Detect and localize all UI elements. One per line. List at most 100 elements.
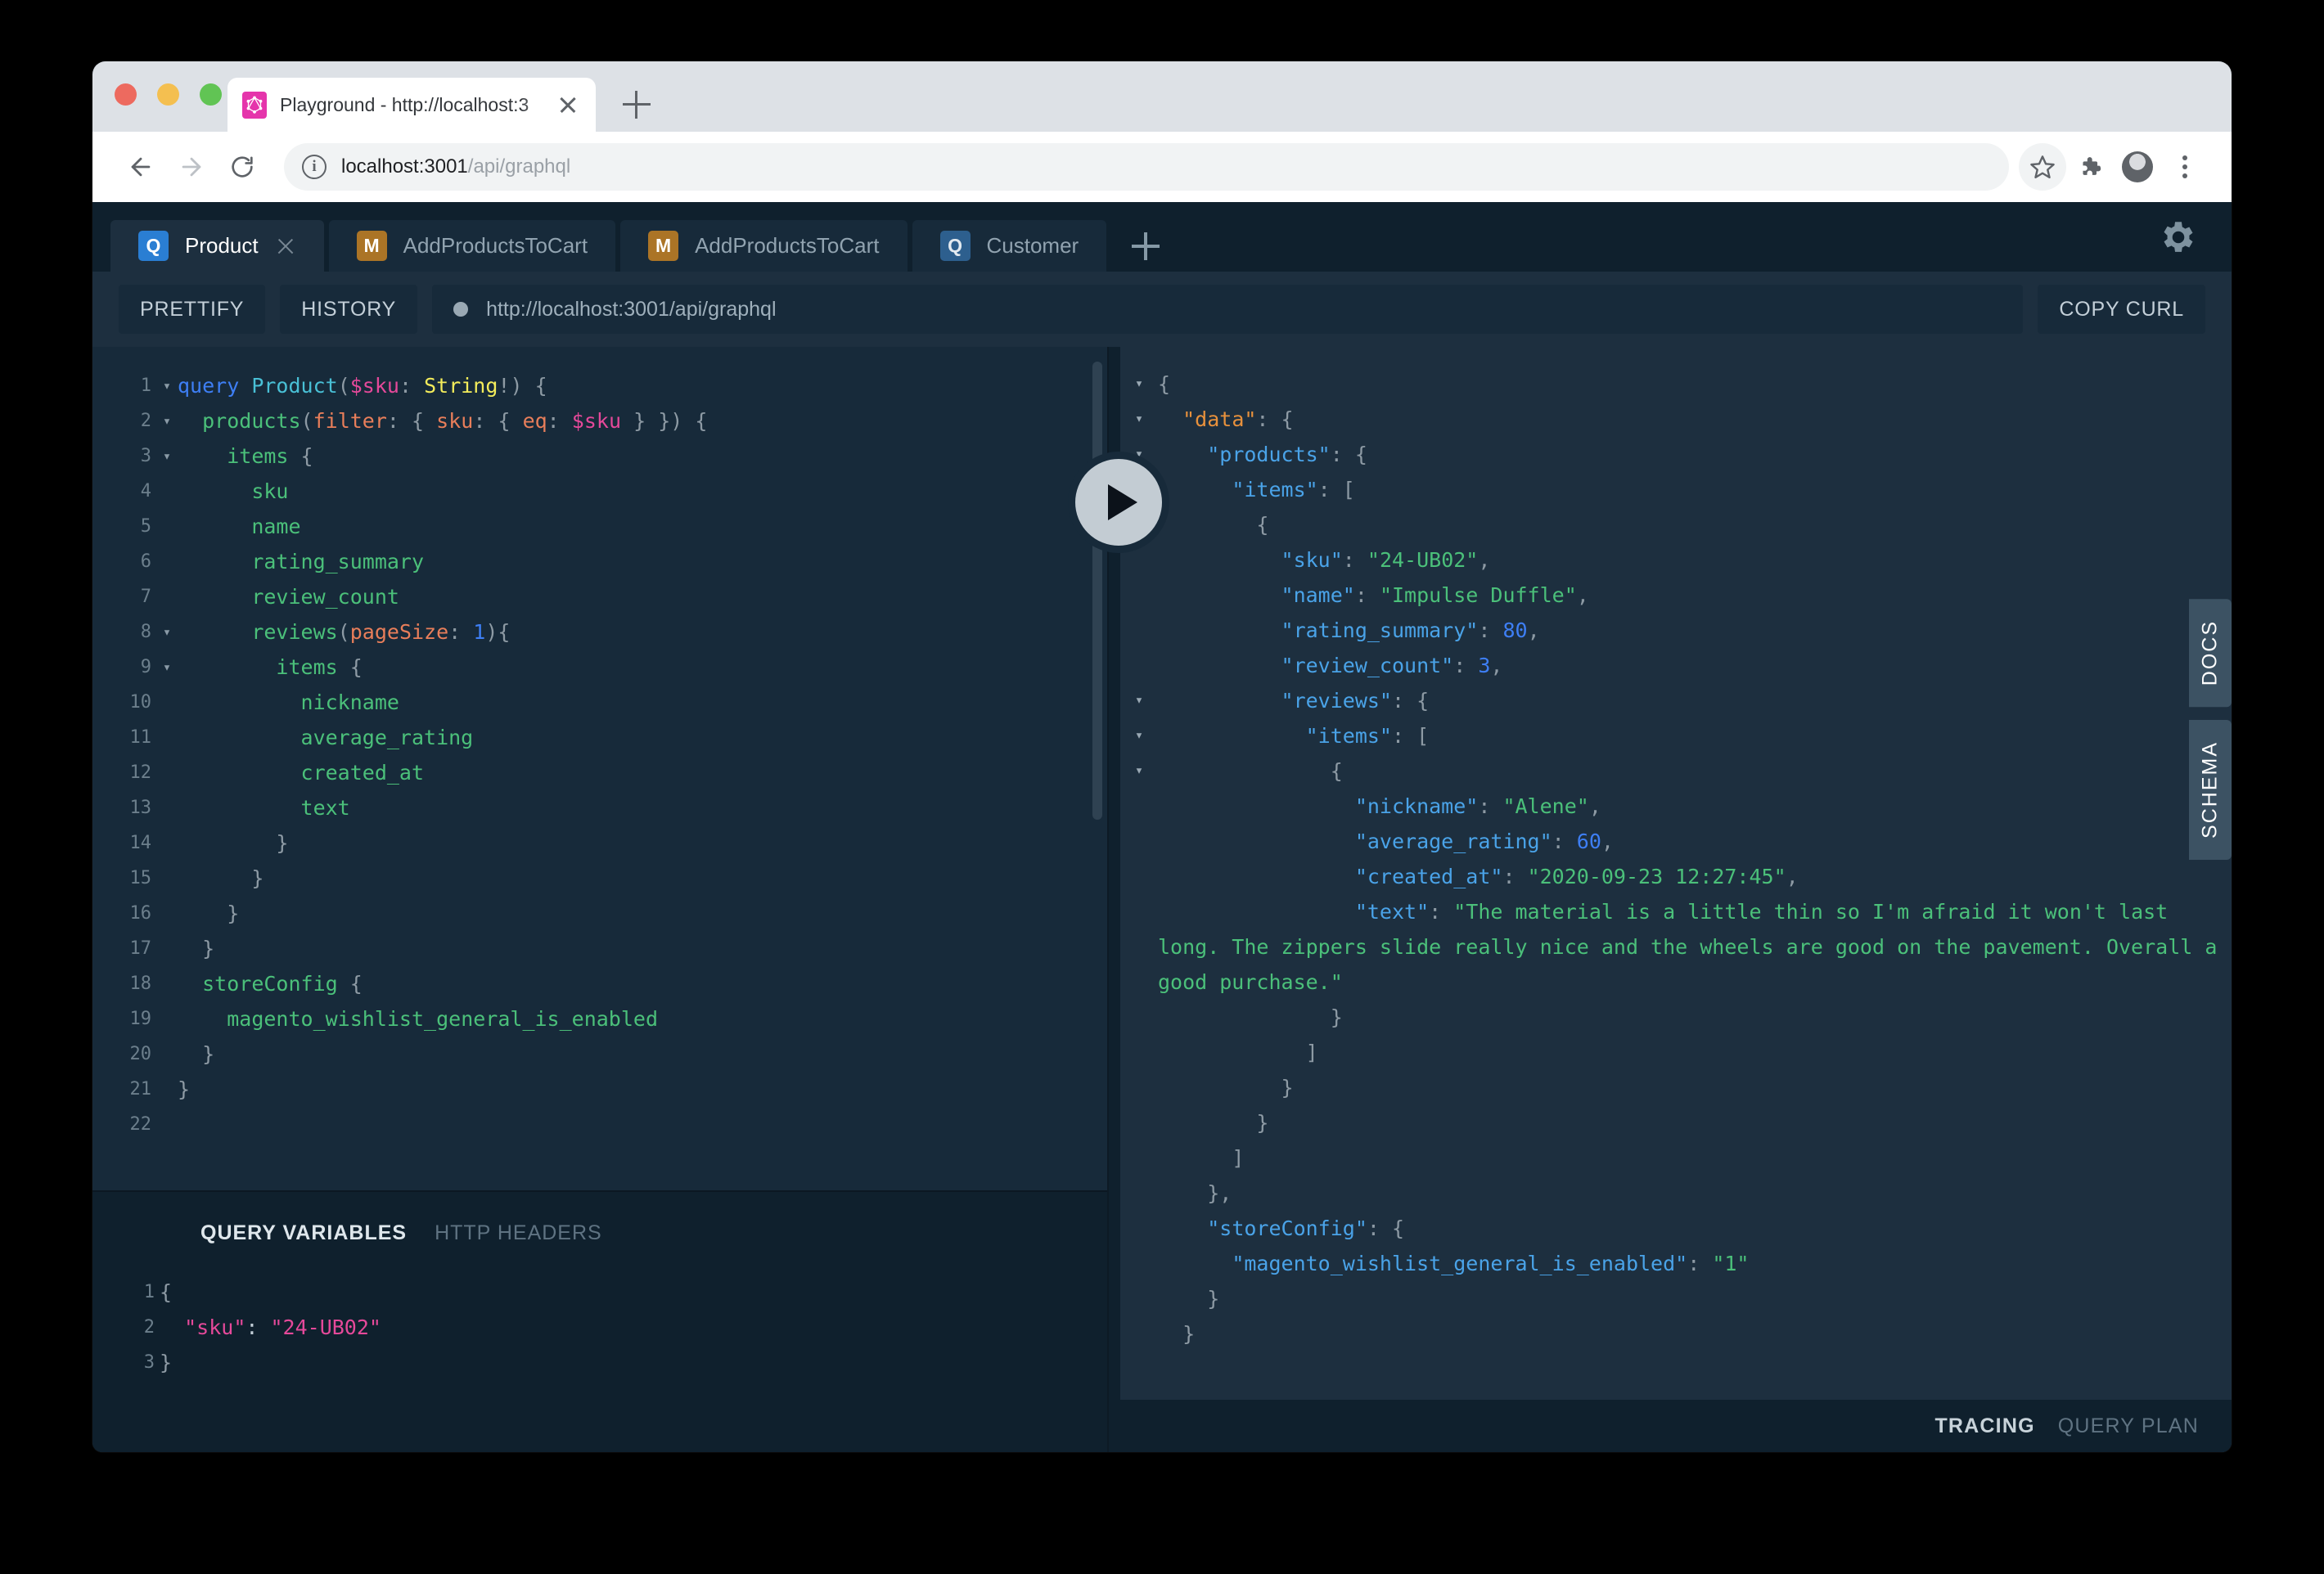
new-session-button[interactable] xyxy=(1111,220,1180,272)
query-code-line: 12 created_at xyxy=(92,755,1107,790)
playground-tab-product[interactable]: Q Product xyxy=(110,220,324,272)
code-text: average_rating xyxy=(300,726,474,749)
line-number: 6 xyxy=(140,551,151,572)
tab-query-variables[interactable]: QUERY VARIABLES xyxy=(200,1221,407,1245)
new-tab-button[interactable] xyxy=(623,91,651,119)
bookmark-star-icon[interactable] xyxy=(2019,143,2066,191)
response-json-line: "review_count": 3, xyxy=(1120,648,2232,683)
variables-editor[interactable]: 1{2 "sku": "24-UB02" 3} xyxy=(92,1245,1107,1380)
json-line-text: }, xyxy=(1207,1181,1232,1205)
fold-toggle-icon[interactable]: ▾ xyxy=(1120,753,1158,789)
line-number: 11 xyxy=(129,727,152,748)
schema-tab[interactable]: SCHEMA xyxy=(2189,720,2232,861)
response-json-line: ▾ "items": [ xyxy=(1120,718,2232,753)
back-icon[interactable] xyxy=(115,142,166,192)
variables-code-line: 1{ xyxy=(92,1275,1107,1310)
mutation-badge-icon: M xyxy=(648,231,679,261)
execute-query-button[interactable] xyxy=(1068,452,1169,553)
forward-icon[interactable] xyxy=(166,142,217,192)
docs-tab[interactable]: DOCS xyxy=(2189,599,2232,708)
code-text: items { xyxy=(227,444,313,468)
endpoint-input[interactable]: http://localhost:3001/api/graphql xyxy=(432,285,2024,334)
code-text: query Product($sku: String!) { xyxy=(178,374,547,398)
query-badge-icon: Q xyxy=(138,231,169,261)
json-line-text: "reviews": { xyxy=(1281,689,1430,713)
playground-tab-customer[interactable]: Q Customer xyxy=(912,220,1107,272)
reload-icon[interactable] xyxy=(217,142,268,192)
close-session-icon[interactable] xyxy=(275,236,296,257)
response-json-line: } xyxy=(1120,1070,2232,1105)
history-button[interactable]: HISTORY xyxy=(280,285,418,334)
fold-toggle-icon[interactable]: ▾ xyxy=(156,413,178,429)
browser-tab[interactable]: Playground - http://localhost:3 xyxy=(227,78,596,132)
fold-toggle-icon[interactable]: ▾ xyxy=(1120,683,1158,718)
copy-curl-button[interactable]: COPY CURL xyxy=(2038,285,2205,334)
line-number: 21 xyxy=(129,1079,152,1100)
line-number: 14 xyxy=(129,833,152,853)
json-line-text: } xyxy=(1330,1005,1343,1029)
tab-http-headers[interactable]: HTTP HEADERS xyxy=(435,1221,602,1245)
prettify-button[interactable]: PRETTIFY xyxy=(119,285,266,334)
address-bar[interactable]: i localhost:3001/api/graphql xyxy=(284,143,2009,191)
code-text: text xyxy=(300,796,350,820)
response-footer: TRACING QUERY PLAN xyxy=(1109,1400,2232,1452)
avatar[interactable] xyxy=(2114,143,2161,191)
tab-query-plan[interactable]: QUERY PLAN xyxy=(2058,1414,2199,1438)
playground-tab-addproductstocart-1[interactable]: M AddProductsToCart xyxy=(328,220,616,272)
line-number: 2 xyxy=(140,411,151,431)
response-json-line: "name": "Impulse Duffle", xyxy=(1120,578,2232,613)
response-json-line: "average_rating": 60, xyxy=(1120,824,2232,859)
line-number: 1 xyxy=(140,376,151,396)
fold-toggle-icon[interactable]: ▾ xyxy=(1120,718,1158,753)
code-text: } xyxy=(202,1042,215,1066)
response-json-line: ▾ "data": { xyxy=(1120,402,2232,437)
fold-toggle-icon[interactable]: ▾ xyxy=(156,448,178,465)
response-json-line: ] xyxy=(1120,1140,2232,1176)
response-json-line: ▾ "reviews": { xyxy=(1120,683,2232,718)
query-code-line: 21} xyxy=(92,1072,1107,1107)
json-line-text: "storeConfig": { xyxy=(1207,1216,1405,1240)
response-json-line: }, xyxy=(1120,1176,2232,1211)
line-number: 20 xyxy=(129,1044,152,1064)
code-text: products(filter: { sku: { eq: $sku } }) … xyxy=(202,409,708,433)
maximize-window-button[interactable] xyxy=(200,83,222,106)
close-window-button[interactable] xyxy=(115,83,137,106)
endpoint-url-value: http://localhost:3001/api/graphql xyxy=(486,297,777,321)
code-text: name xyxy=(251,515,301,538)
json-line-text: ] xyxy=(1232,1146,1245,1170)
fold-toggle-icon[interactable]: ▾ xyxy=(1120,367,1158,402)
query-editor[interactable]: 1 ▾ query Product($sku: String!) {2 ▾ produ… xyxy=(92,347,1107,1190)
playground-tab-addproductstocart-2[interactable]: M AddProductsToCart xyxy=(620,220,908,272)
extensions-puzzle-icon[interactable] xyxy=(2066,143,2114,191)
query-code-line: 6 rating_summary xyxy=(92,544,1107,579)
tab-tracing[interactable]: TRACING xyxy=(1934,1414,2034,1438)
query-code-line: 18 storeConfig { xyxy=(92,966,1107,1001)
line-number: 22 xyxy=(129,1114,152,1135)
json-line-text: "created_at": "2020-09-23 12:27:45", xyxy=(1354,865,1799,888)
fold-toggle-icon[interactable]: ▾ xyxy=(156,659,178,676)
graphql-playground: Q Product M AddProductsToCart M AddProdu… xyxy=(92,202,2232,1452)
minimize-window-button[interactable] xyxy=(157,83,179,106)
fold-toggle-icon[interactable]: ▾ xyxy=(1120,402,1158,437)
query-code-line: 9 ▾ items { xyxy=(92,650,1107,685)
response-json-line: } xyxy=(1120,1105,2232,1140)
site-info-icon[interactable]: i xyxy=(302,155,327,179)
code-text: reviews(pageSize: 1 xyxy=(251,620,486,644)
query-scrollbar[interactable] xyxy=(1092,362,1102,820)
chrome-menu-icon[interactable] xyxy=(2161,143,2209,191)
code-text: } xyxy=(202,937,215,960)
gear-icon[interactable] xyxy=(2158,217,2199,258)
response-viewer[interactable]: ▾{▾ "data": {▾ "products": {▾ "items": [… xyxy=(1120,367,2232,1400)
close-tab-icon[interactable] xyxy=(555,92,581,118)
json-line-text: "text": "The material is a little thin s… xyxy=(1158,900,2230,994)
response-json-line: } xyxy=(1120,1316,2232,1351)
response-json-line: ▾ { xyxy=(1120,507,2232,542)
profile-photo xyxy=(2122,151,2153,182)
line-number: 2 xyxy=(143,1317,155,1338)
fold-toggle-icon[interactable]: ▾ xyxy=(156,624,178,641)
variables-code-line: 3} xyxy=(92,1345,1107,1380)
browser-tab-title: Playground - http://localhost:3 xyxy=(280,93,529,115)
json-line-text: "items": [ xyxy=(1232,478,1355,501)
json-line-text: "nickname": "Alene", xyxy=(1354,794,1601,818)
fold-toggle-icon[interactable]: ▾ xyxy=(156,378,178,394)
